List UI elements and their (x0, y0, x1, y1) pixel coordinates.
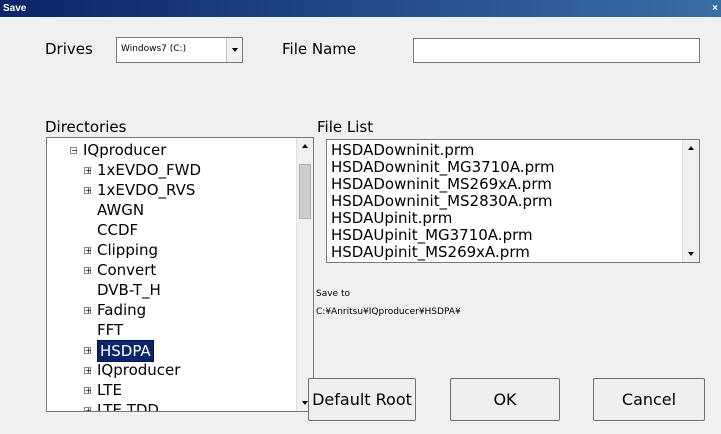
directory-item[interactable]: AWGN (47, 200, 297, 220)
expand-icon[interactable]: + (84, 307, 92, 315)
close-icon[interactable]: × (712, 0, 718, 17)
title-bar: Save × (0, 0, 721, 17)
file-list-item[interactable]: HSDADowninit.prm (331, 141, 474, 159)
directory-tree[interactable]: − IQproducer +1xEVDO_FWD +1xEVDO_RVS AWGN CCD… (46, 137, 314, 412)
file-list[interactable]: HSDADowninit.prm HSDADowninit_MG3710A.prm… (326, 139, 700, 263)
scroll-up-icon[interactable] (683, 140, 699, 156)
scroll-thumb[interactable] (299, 164, 311, 219)
directory-item[interactable]: +1xEVDO_RVS (47, 180, 297, 200)
directory-item-label: Convert (97, 261, 157, 279)
drives-label: Drives (45, 40, 93, 58)
file-list-item[interactable]: HSDAUpinit.prm (331, 209, 452, 227)
directory-item[interactable]: − IQproducer (47, 140, 297, 160)
directory-item-label: Fading (97, 301, 147, 319)
file-list-label: File List (317, 118, 374, 136)
directory-item[interactable]: +1xEVDO_FWD (47, 160, 297, 180)
directory-item-label: DVB-T_H (97, 281, 161, 299)
save-to-label: Save to (316, 289, 350, 299)
drives-dropdown[interactable]: Windows7 (C:) (116, 37, 243, 63)
expand-icon[interactable]: + (84, 247, 92, 255)
file-list-item[interactable]: HSDADowninit_MS269xA.prm (331, 175, 552, 193)
expand-icon[interactable]: + (84, 167, 92, 175)
directory-item-label: LTE TDD (97, 401, 159, 412)
directory-item[interactable]: FFT (47, 320, 297, 340)
directory-item[interactable]: + Convert (47, 260, 297, 280)
directory-item[interactable]: CCDF (47, 220, 297, 240)
scroll-up-icon[interactable] (297, 138, 313, 154)
file-name-input[interactable] (413, 38, 700, 63)
directory-item-label: Clipping (97, 241, 159, 259)
directory-scrollbar[interactable] (296, 138, 313, 411)
default-root-button[interactable]: Default Root (308, 378, 416, 421)
file-list-item[interactable]: HSDAUpinit_MS269xA.prm (331, 243, 530, 261)
directory-item[interactable]: + IQproducer (47, 360, 297, 380)
directory-item-label: LTE (97, 381, 122, 399)
directory-item-label: 1xEVDO_RVS (97, 181, 196, 199)
file-list-scrollbar[interactable] (682, 140, 699, 262)
expand-icon[interactable]: + (84, 387, 92, 395)
save-to-path: C:¥Anritsu¥IQproducer¥HSDPA¥ (316, 307, 461, 317)
directory-item[interactable]: + LTE (47, 380, 297, 400)
directory-item[interactable]: + HSDPA (47, 340, 297, 362)
directory-item[interactable]: + Clipping (47, 240, 297, 260)
directory-item-label: 1xEVDO_FWD (97, 161, 202, 179)
directories-label: Directories (45, 118, 127, 136)
directory-item[interactable]: + Fading (47, 300, 297, 320)
expand-icon[interactable]: + (84, 347, 92, 355)
expand-icon[interactable]: + (84, 367, 92, 375)
window-title: Save (3, 3, 27, 14)
chevron-down-icon[interactable] (226, 38, 242, 62)
expand-icon[interactable]: + (84, 187, 92, 195)
directory-item-label: HSDPA (97, 340, 154, 362)
file-list-item[interactable]: HSDADowninit_MG3710A.prm (331, 158, 555, 176)
scroll-down-icon[interactable] (683, 246, 699, 262)
directory-item-label: IQproducer (97, 361, 181, 379)
collapse-icon[interactable]: − (70, 147, 78, 155)
directory-item-label: AWGN (97, 201, 145, 219)
directory-item-label: FFT (97, 321, 124, 339)
ok-button[interactable]: OK (450, 378, 560, 421)
expand-icon[interactable]: + (84, 407, 92, 411)
directory-item[interactable]: DVB-T_H (47, 280, 297, 300)
directory-item[interactable]: + LTE TDD (47, 400, 297, 412)
expand-icon[interactable]: + (84, 267, 92, 275)
drives-selected-value: Windows7 (C:) (121, 44, 187, 54)
file-list-item[interactable]: HSDAUpinit_MG3710A.prm (331, 226, 533, 244)
cancel-button[interactable]: Cancel (593, 378, 705, 421)
file-name-label: File Name (282, 40, 357, 58)
directory-item-label: IQproducer (83, 141, 167, 159)
file-list-item[interactable]: HSDADowninit_MS2830A.prm (331, 192, 553, 210)
directory-item-label: CCDF (97, 221, 139, 239)
